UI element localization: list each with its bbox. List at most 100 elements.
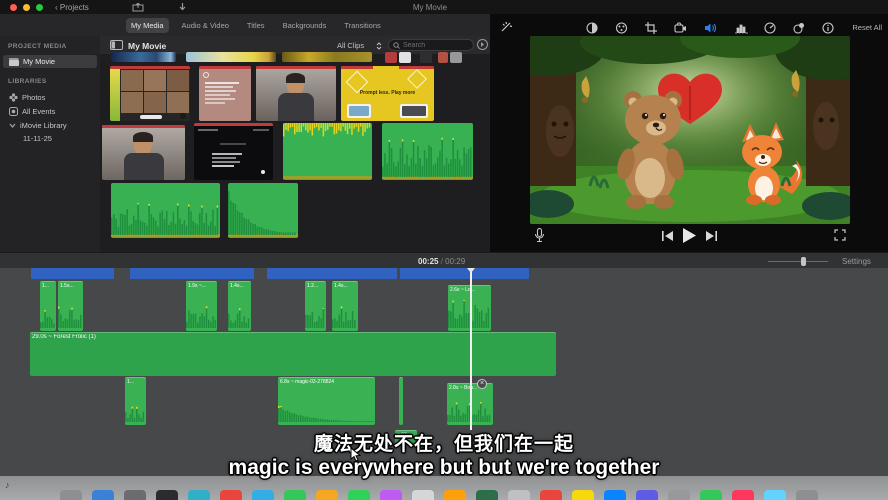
dock-icon[interactable] — [348, 490, 370, 500]
dock-icon[interactable] — [220, 490, 242, 500]
crop-icon[interactable] — [645, 22, 657, 34]
video-bar-segment[interactable] — [400, 268, 529, 279]
timeline-music-track[interactable]: 29.0s ~ Forest Frolic (1) — [30, 332, 556, 376]
media-filmstrip[interactable] — [111, 52, 176, 62]
dock-icon[interactable] — [284, 490, 306, 500]
dock-icon[interactable] — [732, 490, 754, 500]
dock-icon[interactable] — [92, 490, 114, 500]
timeline-settings-button[interactable]: Settings — [842, 257, 871, 266]
zoom-slider-track[interactable] — [768, 261, 828, 262]
dock-icon[interactable] — [636, 490, 658, 500]
video-bar-segment[interactable] — [130, 268, 254, 279]
dock-icon[interactable] — [796, 490, 818, 500]
dock-icon[interactable] — [60, 490, 82, 500]
media-filmstrip[interactable] — [282, 52, 372, 62]
dock-icon[interactable] — [124, 490, 146, 500]
volume-icon[interactable] — [704, 22, 717, 34]
previous-frame-icon[interactable] — [662, 231, 673, 241]
minimize-window-icon[interactable] — [23, 4, 30, 11]
fullscreen-icon[interactable] — [834, 229, 846, 241]
timeline-audio-clip[interactable]: 1.5s... — [58, 281, 83, 331]
timeline-audio-clip[interactable] — [399, 377, 403, 425]
dock-icon[interactable] — [188, 490, 210, 500]
dock-icon[interactable] — [412, 490, 434, 500]
media-mini-thumb[interactable] — [385, 52, 397, 63]
tab-titles[interactable]: Titles — [242, 18, 270, 33]
dock-icon[interactable] — [540, 490, 562, 500]
video-bar-segment[interactable] — [267, 268, 397, 279]
search-field[interactable] — [388, 39, 474, 51]
noise-reduction-icon[interactable] — [735, 22, 748, 34]
media-thumb-audio[interactable] — [228, 183, 298, 238]
timeline-audio-clip[interactable]: 1.4s... — [332, 281, 358, 331]
media-thumb-document[interactable] — [199, 66, 251, 121]
media-mini-thumb[interactable] — [450, 52, 462, 63]
speed-icon[interactable] — [764, 22, 776, 34]
sidebar-item-all-events[interactable]: All Events — [3, 105, 97, 118]
timeline-audio-clip[interactable]: 1.4s... — [228, 281, 251, 331]
dock-icon[interactable] — [700, 490, 722, 500]
sidebar-item-my-movie[interactable]: My Movie — [3, 55, 97, 68]
dock-icon[interactable] — [444, 490, 466, 500]
timeline-audio-clip[interactable]: 1... — [125, 377, 146, 425]
reset-all-button[interactable]: Reset All — [852, 23, 882, 32]
timeline-audio-clip[interactable]: 6.8s ~ magic-03-278824 — [278, 377, 375, 425]
share-icon[interactable] — [132, 3, 144, 12]
timeline-audio-clip[interactable]: 1.9s ~... — [186, 281, 217, 331]
search-input[interactable] — [403, 42, 463, 49]
media-thumb-yellow-slide[interactable]: Prompt less. Play more — [341, 66, 434, 121]
dock-icon[interactable] — [508, 490, 530, 500]
dock-icon[interactable] — [572, 490, 594, 500]
play-icon[interactable] — [683, 228, 696, 243]
remove-clip-icon[interactable]: × — [477, 379, 487, 389]
dock-icon[interactable] — [764, 490, 786, 500]
media-thumb-webcam[interactable] — [102, 125, 185, 180]
media-thumb-audio[interactable] — [283, 123, 372, 180]
media-mini-thumb[interactable] — [438, 52, 448, 63]
tab-backgrounds[interactable]: Backgrounds — [278, 18, 332, 33]
media-mini-thumb[interactable] — [420, 52, 432, 63]
tab-transitions[interactable]: Transitions — [339, 18, 385, 33]
media-thumb-screen-recording[interactable] — [194, 123, 273, 180]
dock-icon[interactable] — [156, 490, 178, 500]
timeline-audio-clip[interactable]: 1.2... — [305, 281, 326, 331]
effects-icon[interactable] — [793, 22, 805, 34]
media-thumb-webcam[interactable] — [256, 66, 336, 121]
tab-audio-video[interactable]: Audio & Video — [177, 18, 234, 33]
dock-icon[interactable] — [252, 490, 274, 500]
media-thumb-audio[interactable] — [111, 183, 220, 238]
tab-my-media[interactable]: My Media — [126, 18, 169, 33]
import-icon[interactable] — [178, 3, 187, 12]
timeline-toolbar: 00:25 / 00:29 Settings — [0, 252, 888, 268]
sidebar-item-imovie-library[interactable]: iMovie Library — [3, 119, 97, 132]
media-thumb-audio[interactable] — [382, 123, 473, 180]
color-balance-icon[interactable] — [586, 22, 598, 34]
dock-icon[interactable] — [668, 490, 690, 500]
sidebar-item-event-11-11-25[interactable]: 11-11-25 — [3, 132, 97, 145]
dock-icon[interactable] — [316, 490, 338, 500]
zoom-slider-thumb[interactable] — [801, 257, 806, 266]
sidebar-item-photos[interactable]: Photos — [3, 91, 97, 104]
stabilization-icon[interactable] — [674, 22, 687, 34]
sidebar-toggle-icon[interactable] — [110, 40, 123, 50]
voiceover-mic-icon[interactable] — [534, 228, 545, 243]
dock-icon[interactable] — [476, 490, 498, 500]
info-icon[interactable] — [822, 22, 834, 34]
timeline-audio-clip[interactable]: 1... — [40, 281, 56, 331]
close-window-icon[interactable] — [10, 4, 17, 11]
more-media-icon[interactable] — [477, 39, 488, 50]
all-clips-filter[interactable]: All Clips — [337, 41, 364, 50]
enhance-wand-icon[interactable] — [500, 20, 513, 33]
back-to-projects-button[interactable]: ‹ Projects — [55, 3, 89, 12]
media-filmstrip[interactable] — [186, 52, 276, 62]
video-bar-segment[interactable] — [31, 268, 114, 279]
color-palette-icon[interactable] — [615, 22, 628, 34]
dock-icon[interactable] — [380, 490, 402, 500]
dock-icon[interactable] — [604, 490, 626, 500]
next-frame-icon[interactable] — [706, 231, 717, 241]
playhead[interactable] — [470, 268, 472, 430]
media-thumb-bear-collage[interactable] — [110, 66, 190, 121]
video-viewer[interactable] — [530, 36, 850, 224]
media-mini-thumb[interactable] — [399, 52, 411, 63]
zoom-window-icon[interactable] — [36, 4, 43, 11]
